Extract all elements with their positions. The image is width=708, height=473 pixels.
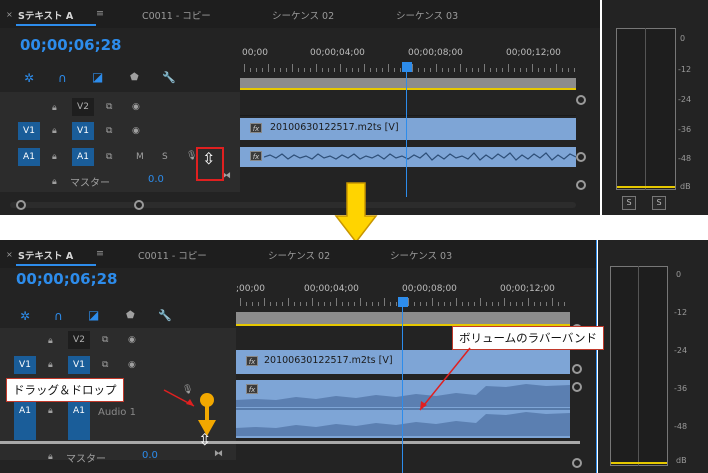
callout-leader-lines	[163, 347, 471, 411]
